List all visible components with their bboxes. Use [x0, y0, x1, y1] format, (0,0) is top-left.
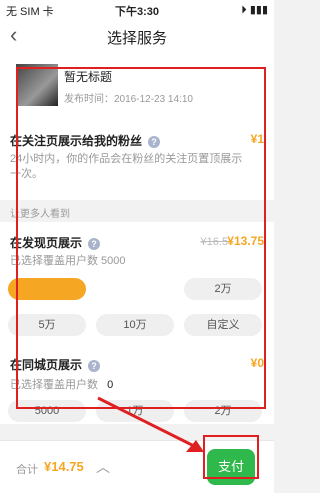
- annotation-pay-box: [203, 435, 259, 479]
- chevron-up-icon[interactable]: ︿: [96, 457, 110, 477]
- clock: 下午3:30: [114, 6, 160, 18]
- annotation-highlight-box: [16, 67, 266, 409]
- total-label: 合计: [16, 464, 38, 476]
- total-value: ¥14.75: [44, 459, 84, 474]
- nav-bar: ‹ 选择服务: [0, 18, 274, 54]
- page-title: 选择服务: [106, 30, 167, 47]
- battery-icon: ⏵ ▮▮▮: [241, 4, 268, 16]
- status-bar: 无 SIM 卡 下午3:30 ⏵ ▮▮▮: [0, 0, 274, 18]
